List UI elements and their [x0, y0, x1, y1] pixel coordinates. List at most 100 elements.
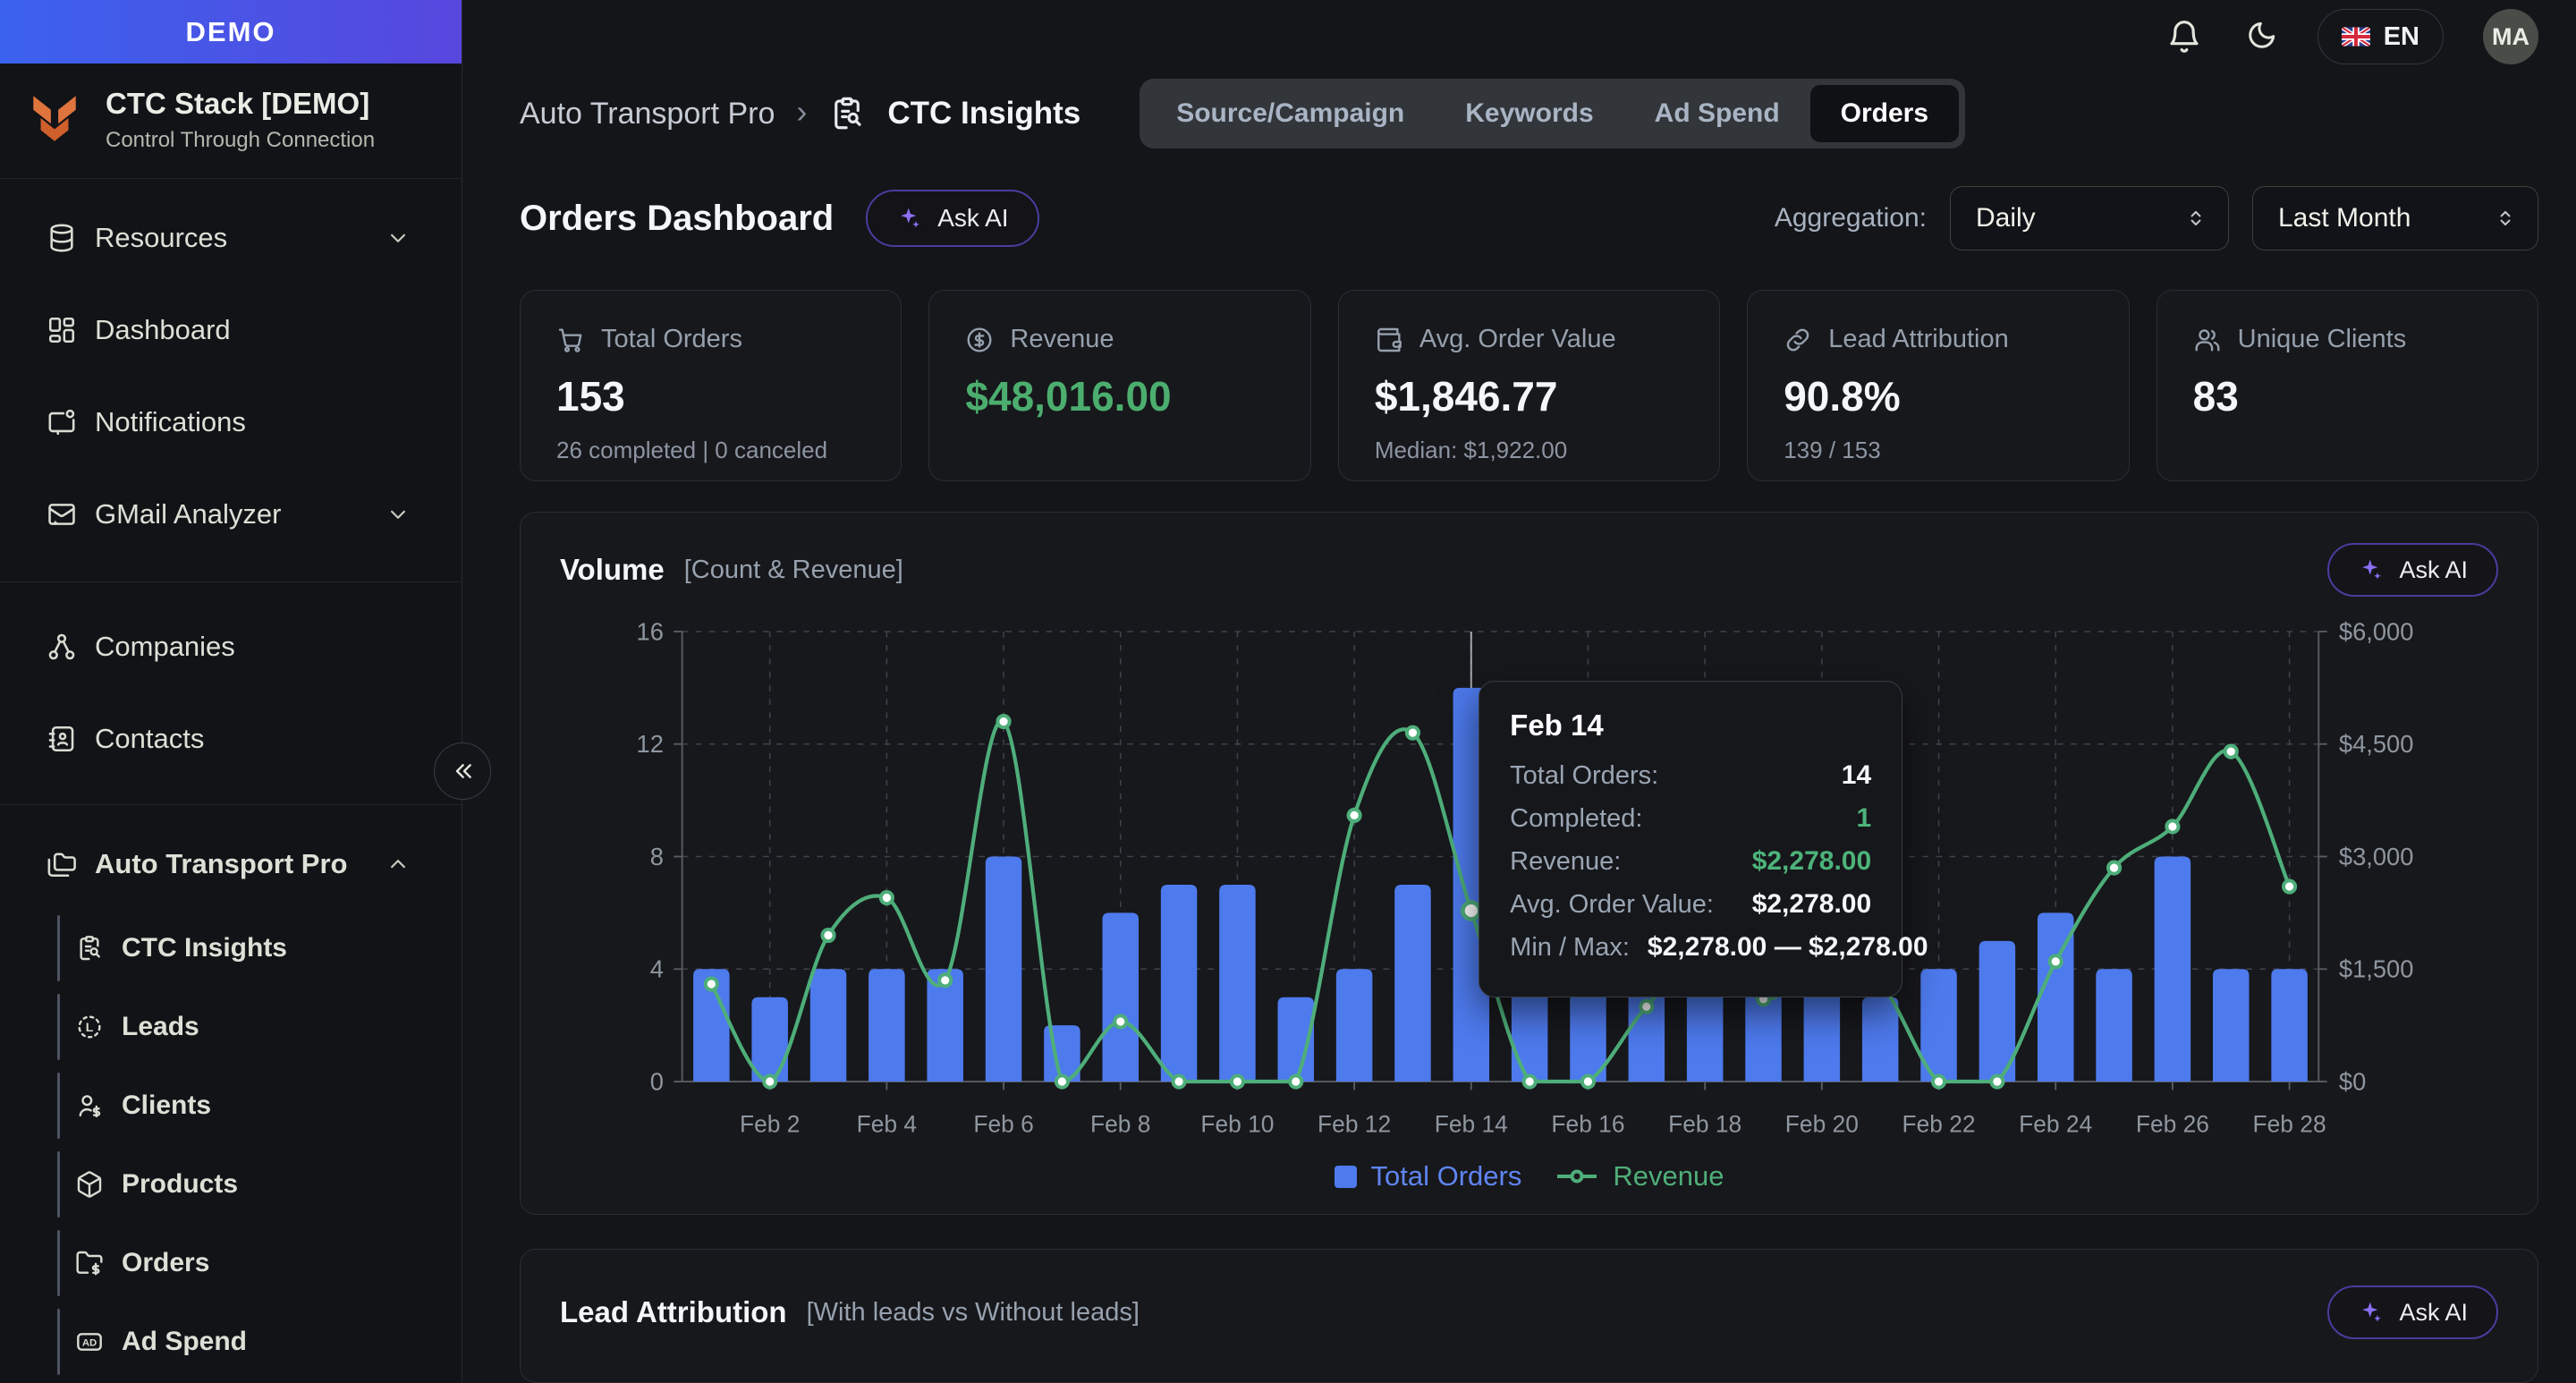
- svg-text:Feb 12: Feb 12: [1318, 1111, 1391, 1138]
- ask-ai-button-volume[interactable]: Ask AI: [2327, 543, 2498, 597]
- sidebar-menu-mid: Companies Contacts: [0, 581, 462, 805]
- stat-value: $1,846.77: [1375, 372, 1683, 420]
- sidebar-item-clients[interactable]: Clients: [0, 1066, 462, 1145]
- sidebar: DEMO CTC Stack [DEMO] Control Through Co…: [0, 0, 462, 1383]
- chart-legend: Total Orders Revenue: [560, 1160, 2498, 1192]
- package-icon: [75, 1170, 104, 1199]
- svg-text:Feb 2: Feb 2: [740, 1111, 800, 1138]
- stat-sub: [965, 437, 1274, 462]
- volume-card: Volume [Count & Revenue] Ask AI 0481216$…: [520, 512, 2538, 1215]
- users-icon: [2193, 326, 2222, 354]
- stat-card-avg-order-value: Avg. Order Value$1,846.77Median: $1,922.…: [1338, 290, 1720, 481]
- dashboard-icon: [47, 315, 77, 345]
- chart-tooltip: Feb 14 Total Orders:14Completed:1Revenue…: [1479, 681, 1902, 997]
- svg-text:L: L: [86, 1020, 94, 1034]
- tab-source-campaign[interactable]: Source/Campaign: [1146, 85, 1435, 142]
- tab-ad-spend[interactable]: Ad Spend: [1624, 85, 1810, 142]
- avatar[interactable]: MA: [2483, 9, 2538, 64]
- breadcrumb-separator: ›: [796, 93, 807, 134]
- sidebar-item-label: Clients: [122, 1090, 211, 1121]
- ask-ai-button-lead[interactable]: Ask AI: [2327, 1285, 2498, 1339]
- stat-label: Lead Attribution: [1828, 325, 2009, 354]
- svg-text:$4,500: $4,500: [2339, 730, 2414, 758]
- aggregation-select[interactable]: Daily: [1950, 186, 2229, 250]
- svg-text:$0: $0: [2339, 1067, 2366, 1095]
- clipboard-search-icon: [828, 95, 866, 132]
- stat-sub: [2193, 437, 2502, 462]
- sparkle-icon: [2358, 556, 2385, 583]
- sidebar-item-label: Orders: [122, 1248, 209, 1278]
- sidebar-item-label: Auto Transport Pro: [95, 848, 347, 880]
- tooltip-row: Revenue:$2,278.00: [1510, 846, 1871, 877]
- sidebar-item-leads[interactable]: L Leads: [0, 988, 462, 1066]
- tooltip-row: Completed:1: [1510, 803, 1871, 834]
- stat-value: 90.8%: [1784, 372, 2092, 420]
- legend-item-revenue[interactable]: Revenue: [1555, 1160, 1724, 1192]
- clipboard-search-icon: [75, 934, 104, 963]
- breadcrumb-current: CTC Insights: [887, 96, 1080, 132]
- chevron-down-icon: [385, 225, 411, 251]
- sidebar-item-auto-transport-pro[interactable]: Auto Transport Pro: [0, 819, 462, 909]
- ask-ai-button[interactable]: Ask AI: [866, 190, 1038, 247]
- svg-text:4: 4: [650, 955, 664, 983]
- moon-icon[interactable]: [2242, 19, 2278, 55]
- chevron-down-icon: [385, 501, 411, 528]
- svg-text:Feb 8: Feb 8: [1090, 1111, 1150, 1138]
- sidebar-item-label: Leads: [122, 1012, 199, 1042]
- volume-chart[interactable]: 0481216$0$1,500$3,000$4,500$6,000Feb 2Fe…: [560, 616, 2498, 1141]
- sidebar-item-contacts[interactable]: Contacts: [0, 692, 462, 785]
- brand-title: CTC Stack [DEMO]: [106, 87, 375, 121]
- insights-tabs: Source/CampaignKeywordsAd SpendOrders: [1140, 79, 1965, 148]
- language-selector[interactable]: EN: [2318, 9, 2444, 64]
- sidebar-item-dashboard[interactable]: Dashboard: [0, 284, 462, 376]
- sidebar-item-ctc-insights[interactable]: CTC Insights: [0, 909, 462, 988]
- tooltip-row: Avg. Order Value:$2,278.00: [1510, 889, 1871, 920]
- svg-text:Feb 10: Feb 10: [1200, 1111, 1274, 1138]
- tooltip-title: Feb 14: [1510, 708, 1871, 742]
- main-content: EN MA Auto Transport Pro › CTC Insights …: [462, 0, 2576, 1383]
- bell-icon[interactable]: [2165, 18, 2203, 55]
- breadcrumb-row: Auto Transport Pro › CTC Insights Source…: [520, 79, 2538, 148]
- tab-orders[interactable]: Orders: [1810, 85, 1959, 142]
- stats-row: Total Orders15326 completed | 0 canceled…: [520, 290, 2538, 481]
- demo-banner: DEMO: [0, 0, 462, 64]
- sidebar-item-orders[interactable]: Orders: [0, 1224, 462, 1302]
- link-icon: [1784, 326, 1812, 354]
- cart-icon: [556, 326, 585, 354]
- svg-text:8: 8: [650, 843, 664, 870]
- stat-card-lead-attribution: Lead Attribution90.8%139 / 153: [1747, 290, 2129, 481]
- period-select[interactable]: Last Month: [2252, 186, 2538, 250]
- folders-icon: [47, 849, 77, 879]
- breadcrumb-parent[interactable]: Auto Transport Pro: [520, 97, 775, 132]
- wallet-icon: [1375, 326, 1403, 354]
- sidebar-collapse-button[interactable]: [434, 742, 491, 800]
- svg-text:12: 12: [637, 730, 664, 758]
- uk-flag-icon: [2342, 27, 2370, 47]
- svg-text:Feb 16: Feb 16: [1551, 1111, 1624, 1138]
- volume-card-subtitle: [Count & Revenue]: [684, 556, 903, 585]
- sidebar-item-ad-spend[interactable]: ADAd Spend: [0, 1302, 462, 1381]
- svg-text:Feb 14: Feb 14: [1435, 1111, 1508, 1138]
- sidebar-item-resources[interactable]: Resources: [0, 191, 462, 284]
- folder-dollar-icon: [75, 1249, 104, 1277]
- sidebar-item-products[interactable]: Products: [0, 1145, 462, 1224]
- stat-sub: 26 completed | 0 canceled: [556, 437, 865, 464]
- user-dollar-icon: [75, 1091, 104, 1120]
- svg-text:16: 16: [637, 617, 664, 645]
- sidebar-item-gmail-analyzer[interactable]: GMail Analyzer: [0, 468, 462, 560]
- sidebar-item-label: CTC Insights: [122, 933, 287, 963]
- svg-text:Feb 24: Feb 24: [2019, 1111, 2092, 1138]
- stat-label: Revenue: [1010, 325, 1114, 354]
- svg-text:$1,500: $1,500: [2339, 955, 2414, 983]
- stat-card-total-orders: Total Orders15326 completed | 0 canceled: [520, 290, 902, 481]
- sparkle-icon: [2358, 1299, 2385, 1326]
- breadcrumb: Auto Transport Pro › CTC Insights: [520, 93, 1080, 134]
- tab-keywords[interactable]: Keywords: [1435, 85, 1623, 142]
- mail-sparkle-icon: [47, 499, 77, 530]
- sidebar-item-notifications[interactable]: Notifications: [0, 376, 462, 468]
- svg-text:Feb 26: Feb 26: [2136, 1111, 2209, 1138]
- sidebar-item-label: Companies: [95, 631, 235, 663]
- legend-item-total-orders[interactable]: Total Orders: [1335, 1160, 1522, 1192]
- sidebar-item-companies[interactable]: Companies: [0, 600, 462, 692]
- stat-label: Avg. Order Value: [1419, 325, 1616, 354]
